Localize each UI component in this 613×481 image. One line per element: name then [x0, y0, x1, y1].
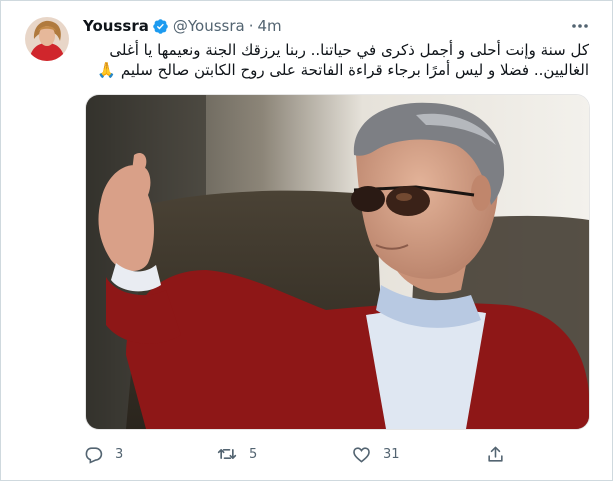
more-icon[interactable] [567, 15, 593, 37]
retweet-count: 5 [249, 446, 258, 462]
retweet-icon [217, 444, 237, 464]
like-count: 31 [383, 446, 400, 462]
reply-icon [83, 444, 103, 464]
tweet-text-line: الغاليين.. فضلا و ليس أمرًا برجاء قراءة … [97, 61, 589, 79]
reply-count: 3 [115, 446, 124, 462]
verified-badge-icon [152, 18, 169, 35]
tweet-text-line: كل سنة وإنت أحلى و أجمل ذكرى في حياتنا..… [109, 41, 589, 59]
tweet-card[interactable]: Youssra @Youssra · 4m كل سنة وإنت أحلى و… [0, 0, 613, 481]
like-icon [351, 444, 371, 464]
tweet-actions: 3 5 31 [83, 442, 589, 466]
tweet-photo[interactable] [85, 94, 590, 430]
author-handle[interactable]: @Youssra [173, 17, 245, 35]
tweet-header: Youssra @Youssra · 4m [83, 14, 282, 38]
author-name[interactable]: Youssra [83, 17, 149, 35]
header-separator: · [248, 17, 254, 35]
tweet-text: كل سنة وإنت أحلى و أجمل ذكرى في حياتنا..… [83, 40, 589, 80]
share-button[interactable] [485, 444, 505, 464]
retweet-button[interactable]: 5 [217, 444, 351, 464]
like-button[interactable]: 31 [351, 444, 485, 464]
author-avatar[interactable] [25, 17, 69, 61]
tweet-timestamp[interactable]: 4m [257, 17, 281, 35]
share-icon [485, 444, 505, 464]
reply-button[interactable]: 3 [83, 444, 217, 464]
